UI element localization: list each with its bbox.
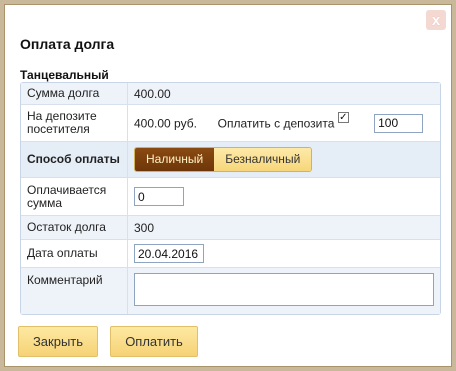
- payment-date-input[interactable]: [134, 244, 204, 263]
- payment-date-cell: [128, 240, 440, 268]
- payment-date-label: Дата оплаты: [21, 240, 128, 268]
- debt-amount-label: Сумма долга: [21, 83, 128, 105]
- paid-amount-input[interactable]: [134, 187, 184, 206]
- close-icon: x: [431, 11, 441, 29]
- check-icon: ✓: [339, 111, 348, 123]
- payment-method-label: Способ оплаты: [21, 142, 128, 178]
- dialog-title: Оплата долга: [20, 36, 115, 52]
- row-debt-amount: Сумма долга 400.00: [21, 83, 440, 105]
- remaining-debt-value: 300: [128, 216, 440, 240]
- deposit-label: На депозите посетителя: [21, 105, 128, 142]
- deposit-value: 400.00 руб.: [134, 116, 197, 130]
- payment-form-table: Сумма долга 400.00 На депозите посетител…: [20, 82, 441, 315]
- row-remaining-debt: Остаток долга 300: [21, 216, 440, 240]
- pay-from-deposit-checkbox[interactable]: ✓: [337, 111, 349, 123]
- paid-amount-cell: [128, 178, 440, 216]
- debt-amount-value: 400.00: [128, 83, 440, 105]
- pay-from-deposit-label: Оплатить с депозита: [217, 116, 335, 130]
- section-title: Танцевальный: [20, 68, 109, 82]
- row-payment-method: Способ оплаты Наличный Безналичный: [21, 142, 440, 178]
- comment-textarea[interactable]: [134, 273, 434, 306]
- remaining-debt-label: Остаток долга: [21, 216, 128, 240]
- row-payment-date: Дата оплаты: [21, 240, 440, 268]
- row-deposit: На депозите посетителя 400.00 руб. Оплат…: [21, 105, 440, 142]
- comment-cell: [128, 268, 440, 314]
- paid-amount-label: Оплачивается сумма: [21, 178, 128, 216]
- payment-method-cell: Наличный Безналичный: [128, 142, 440, 178]
- deposit-amount-input[interactable]: [374, 113, 424, 133]
- payment-method-cashless-button[interactable]: Безналичный: [214, 148, 312, 171]
- comment-label: Комментарий: [21, 268, 128, 314]
- row-paid-amount: Оплачивается сумма: [21, 178, 440, 216]
- close-button[interactable]: Закрыть: [18, 326, 98, 357]
- payment-method-toggle: Наличный Безналичный: [134, 147, 313, 172]
- payment-method-cash-button[interactable]: Наличный: [135, 148, 215, 171]
- pay-button[interactable]: Оплатить: [110, 326, 198, 357]
- deposit-cell: 400.00 руб. Оплатить с депозита ✓: [128, 105, 440, 142]
- close-dialog-button[interactable]: x: [426, 10, 446, 30]
- payment-dialog: x Оплата долга Танцевальный Сумма долга …: [0, 0, 456, 371]
- row-comment: Комментарий: [21, 268, 440, 314]
